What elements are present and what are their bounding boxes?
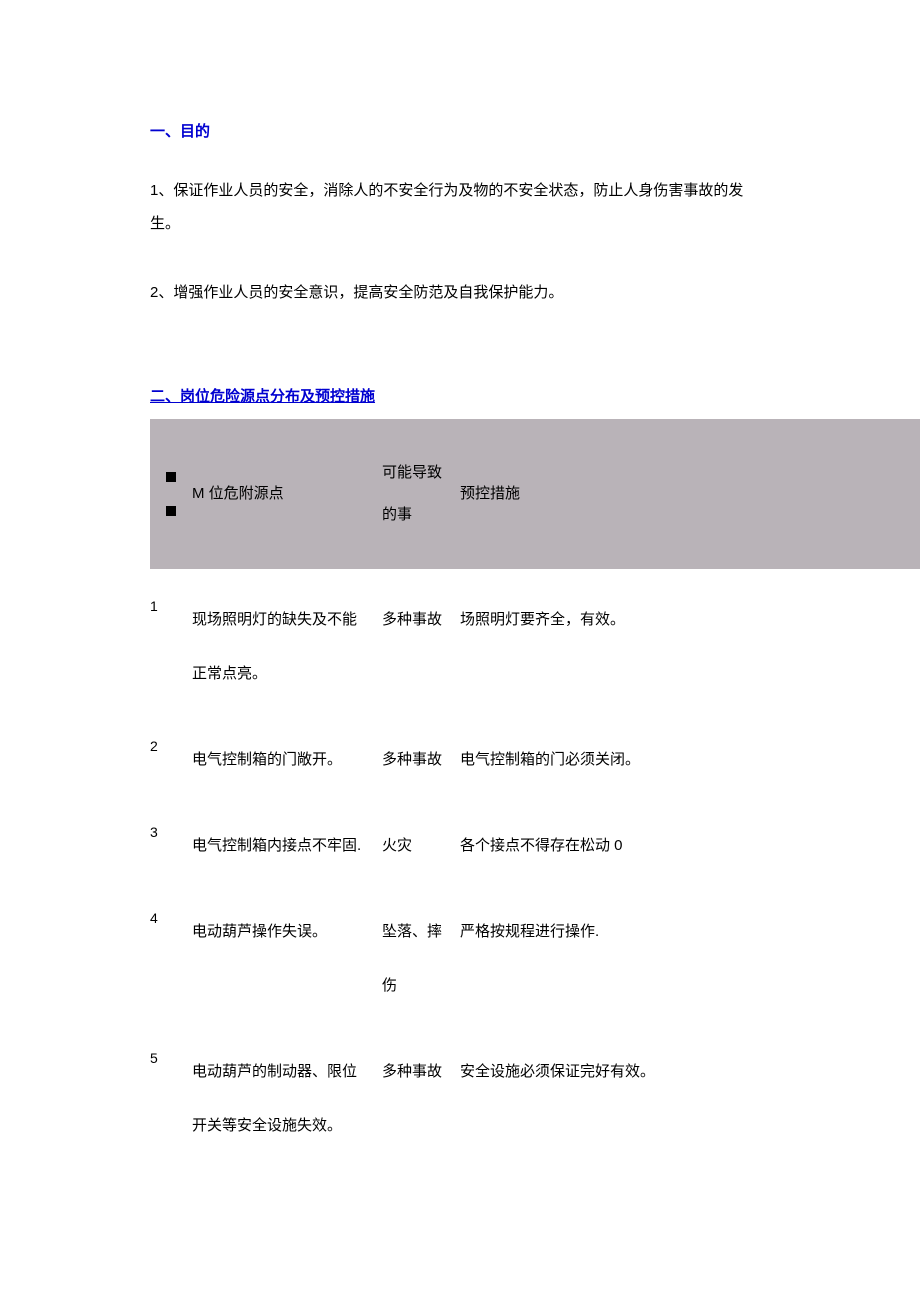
cell-measure: 各个接点不得存在松动 0 bbox=[460, 819, 920, 873]
cell-source: 电气控制箱的门敞开。 bbox=[192, 733, 382, 787]
cell-source: 电动葫芦的制动器、限位开关等安全设施失效。 bbox=[192, 1045, 382, 1153]
square-icon bbox=[166, 472, 176, 482]
table-header-measure: 预控措施 bbox=[460, 473, 920, 515]
table-row: 3 电气控制箱内接点不牢固. 火灾 各个接点不得存在松动 0 bbox=[150, 795, 920, 881]
table-header-source: M 位危附源点 bbox=[192, 473, 382, 515]
cell-event: 多种事故 bbox=[382, 1045, 460, 1099]
cell-measure: 电气控制箱的门必须关闭。 bbox=[460, 733, 920, 787]
square-icon bbox=[166, 506, 176, 516]
cell-source: 电动葫芦操作失误。 bbox=[192, 905, 382, 959]
cell-measure: 严格按规程进行操作. bbox=[460, 905, 920, 959]
cell-event: 坠落、摔伤 bbox=[382, 905, 460, 1013]
cell-measure: 场照明灯要齐全，有效。 bbox=[460, 593, 920, 647]
cell-measure: 安全设施必须保证完好有效。 bbox=[460, 1045, 920, 1099]
risk-table: M 位危附源点 可能导致的事 预控措施 1 现场照明灯的缺失及不能正常点亮。 多… bbox=[150, 419, 920, 1161]
cell-source: 电气控制箱内接点不牢固. bbox=[192, 819, 382, 873]
cell-event: 多种事故 bbox=[382, 593, 460, 647]
section-1-para-1: 1、保证作业人员的安全，消除人的不安全行为及物的不安全状态，防止人身伤害事故的发… bbox=[150, 174, 770, 240]
cell-event: 多种事故 bbox=[382, 733, 460, 787]
table-header-num bbox=[150, 472, 192, 516]
table-header-row: M 位危附源点 可能导致的事 预控措施 bbox=[150, 419, 920, 569]
table-row: 2 电气控制箱的门敞开。 多种事故 电气控制箱的门必须关闭。 bbox=[150, 709, 920, 795]
cell-event: 火灾 bbox=[382, 819, 460, 873]
section-2-heading: 二、岗位危险源点分布及预控措施 bbox=[150, 385, 770, 409]
table-row: 5 电动葫芦的制动器、限位开关等安全设施失效。 多种事故 安全设施必须保证完好有… bbox=[150, 1021, 920, 1161]
section-1-heading: 一、目的 bbox=[150, 120, 770, 144]
cell-num: 4 bbox=[150, 905, 192, 929]
cell-num: 3 bbox=[150, 819, 192, 843]
cell-source: 现场照明灯的缺失及不能正常点亮。 bbox=[192, 593, 382, 701]
cell-num: 5 bbox=[150, 1045, 192, 1069]
table-row: 1 现场照明灯的缺失及不能正常点亮。 多种事故 场照明灯要齐全，有效。 bbox=[150, 569, 920, 709]
cell-num: 2 bbox=[150, 733, 192, 757]
cell-num: 1 bbox=[150, 593, 192, 617]
table-row: 4 电动葫芦操作失误。 坠落、摔伤 严格按规程进行操作. bbox=[150, 881, 920, 1021]
section-1-para-2: 2、增强作业人员的安全意识，提高安全防范及自我保护能力。 bbox=[150, 276, 770, 309]
table-header-event: 可能导致的事 bbox=[382, 452, 460, 536]
